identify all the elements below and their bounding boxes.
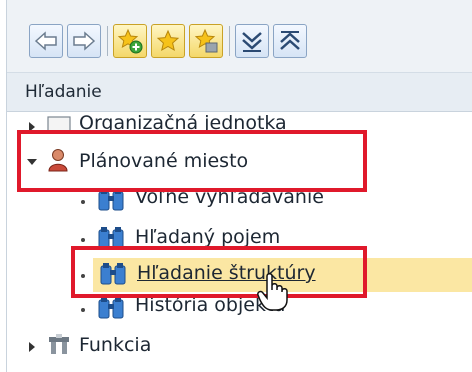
arrow-right-icon [73, 31, 96, 51]
add-favorite-button[interactable] [113, 24, 147, 58]
navigation-panel: Hľadanie Organizačná jednotka Plánované … [6, 0, 472, 372]
collapse-button[interactable] [273, 24, 307, 58]
tree-item-label: Funkcia [79, 334, 152, 356]
tree-item-label: Hľadaný pojem [135, 226, 281, 248]
star-add-icon [117, 28, 143, 54]
function-icon [49, 334, 69, 354]
arrow-left-icon [34, 31, 57, 51]
tree-item-function[interactable]: Funkcia [7, 328, 472, 368]
expand-button[interactable] [235, 24, 269, 58]
manage-favorites-button[interactable] [189, 24, 223, 58]
expand-arrow-icon[interactable] [29, 342, 35, 352]
favorites-button[interactable] [151, 24, 185, 58]
tree-item-object-history[interactable]: História objektu [7, 292, 472, 332]
toolbar [7, 0, 472, 72]
annotation-box-position [17, 130, 367, 192]
binoculars-icon [98, 297, 124, 319]
panel-header: Hľadanie [7, 72, 472, 112]
star-icon [156, 29, 180, 52]
annotation-box-structure-search [71, 246, 367, 298]
star-folder-icon [194, 28, 218, 53]
chevron-double-down-icon [242, 32, 262, 52]
forward-button[interactable] [67, 24, 101, 58]
chevron-double-up-icon [280, 31, 300, 50]
hand-cursor-icon [257, 273, 288, 311]
panel-title: Hľadanie [25, 82, 102, 102]
back-button[interactable] [29, 24, 63, 58]
